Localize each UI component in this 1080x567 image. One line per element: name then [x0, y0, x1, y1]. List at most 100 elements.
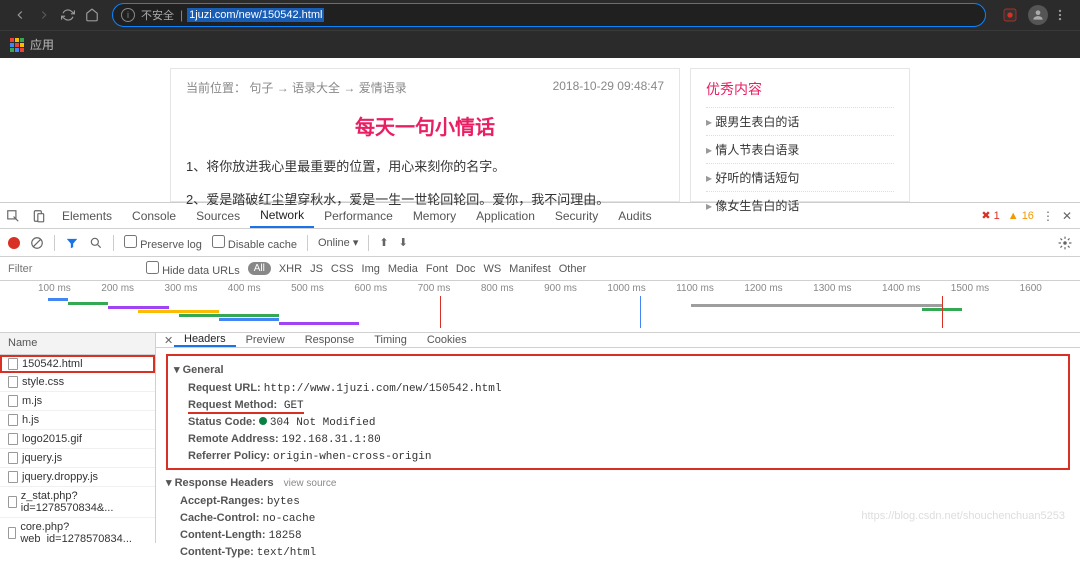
insecure-label: 不安全: [141, 7, 174, 23]
sidebar-item[interactable]: 情人节表白语录: [706, 135, 894, 163]
more-icon[interactable]: ⋮: [1042, 209, 1054, 223]
tab-cookies[interactable]: Cookies: [417, 333, 477, 347]
hide-data-urls[interactable]: Hide data URLs: [146, 261, 240, 277]
tab-timing[interactable]: Timing: [364, 333, 417, 347]
detail-tabs: ✕ Headers Preview Response Timing Cookie…: [156, 333, 1080, 348]
menu-button[interactable]: [1048, 3, 1072, 27]
sidebar-item[interactable]: 好听的情话短句: [706, 163, 894, 191]
address-bar[interactable]: i 不安全 | 1juzi.com/new/150542.html: [112, 3, 986, 27]
close-devtools[interactable]: ✕: [1062, 209, 1072, 223]
network-body: Name 150542.html style.css m.js h.js log…: [0, 333, 1080, 543]
extension-icon[interactable]: [1002, 7, 1018, 23]
request-row[interactable]: jquery.droppy.js: [0, 468, 155, 487]
webpage-content: 当前位置： 句子 → 语录大全 → 爱情语录 2018-10-29 09:48:…: [0, 58, 1080, 202]
tab-response[interactable]: Response: [295, 333, 365, 347]
record-button[interactable]: [8, 237, 20, 249]
filter-ws[interactable]: WS: [483, 263, 501, 275]
crumb-cat[interactable]: 语录大全: [292, 81, 340, 95]
response-headers-title[interactable]: ▾ Response Headersview source: [166, 476, 1070, 489]
filter-xhr[interactable]: XHR: [279, 263, 302, 275]
settings-icon[interactable]: [1058, 236, 1072, 250]
request-row[interactable]: logo2015.gif: [0, 430, 155, 449]
apps-icon[interactable]: [10, 38, 24, 52]
general-section: ▾ General Request URL: http://www.1juzi.…: [166, 354, 1070, 470]
download-icon[interactable]: ⬇: [399, 236, 408, 249]
crumb-home[interactable]: 句子: [249, 81, 273, 95]
tab-headers[interactable]: Headers: [174, 333, 236, 347]
crumb-sub[interactable]: 爱情语录: [359, 81, 407, 95]
filter-css[interactable]: CSS: [331, 263, 354, 275]
file-icon: [8, 496, 17, 508]
close-detail[interactable]: ✕: [160, 334, 174, 347]
devtools-tabs: Elements Console Sources Network Perform…: [0, 203, 1080, 229]
filter-icon[interactable]: [65, 236, 79, 250]
name-header[interactable]: Name: [0, 333, 155, 355]
sidebar-item[interactable]: 像女生告白的话: [706, 191, 894, 219]
tab-preview[interactable]: Preview: [236, 333, 295, 347]
inspect-icon[interactable]: [0, 203, 26, 228]
error-indicator[interactable]: ✖ 1: [981, 209, 999, 222]
filter-row: Hide data URLs All XHR JS CSS Img Media …: [0, 257, 1080, 281]
tab-application[interactable]: Application: [466, 203, 545, 228]
filter-doc[interactable]: Doc: [456, 263, 476, 275]
forward-button[interactable]: [32, 3, 56, 27]
apps-label[interactable]: 应用: [30, 36, 54, 53]
tab-performance[interactable]: Performance: [314, 203, 403, 228]
request-row[interactable]: jquery.js: [0, 449, 155, 468]
filter-js[interactable]: JS: [310, 263, 323, 275]
file-icon: [8, 471, 18, 483]
request-row[interactable]: m.js: [0, 392, 155, 411]
filter-media[interactable]: Media: [388, 263, 418, 275]
request-row[interactable]: z_stat.php?id=1278570834&...: [0, 487, 155, 518]
profile-avatar[interactable]: [1028, 5, 1048, 25]
tab-console[interactable]: Console: [122, 203, 186, 228]
filter-all[interactable]: All: [248, 262, 271, 275]
tab-security[interactable]: Security: [545, 203, 608, 228]
tab-audits[interactable]: Audits: [608, 203, 661, 228]
general-title[interactable]: ▾ General: [174, 363, 1062, 376]
watermark: https://blog.csdn.net/shouchenchuan5253: [861, 510, 1065, 522]
main-column: 当前位置： 句子 → 语录大全 → 爱情语录 2018-10-29 09:48:…: [170, 68, 680, 202]
online-select[interactable]: Online ▾: [318, 236, 358, 249]
filter-other[interactable]: Other: [559, 263, 587, 275]
upload-icon[interactable]: ⬆: [379, 236, 388, 249]
network-toolbar: Preserve log Disable cache Online ▾ ⬆ ⬇: [0, 229, 1080, 257]
file-icon: [8, 414, 18, 426]
file-icon: [8, 452, 18, 464]
tab-sources[interactable]: Sources: [186, 203, 250, 228]
request-list: Name 150542.html style.css m.js h.js log…: [0, 333, 156, 543]
page-title: 每天一句小情话: [186, 111, 664, 140]
disable-cache[interactable]: Disable cache: [212, 235, 297, 251]
url-text: 1juzi.com/new/150542.html: [187, 8, 324, 22]
request-detail: ✕ Headers Preview Response Timing Cookie…: [156, 333, 1080, 543]
reload-button[interactable]: [56, 3, 80, 27]
filter-font[interactable]: Font: [426, 263, 448, 275]
preserve-log[interactable]: Preserve log: [124, 235, 202, 251]
request-row[interactable]: h.js: [0, 411, 155, 430]
file-icon: [8, 527, 16, 539]
sidebar-title: 优秀内容: [706, 79, 894, 99]
home-button[interactable]: [80, 3, 104, 27]
request-row[interactable]: core.php?web_id=1278570834...: [0, 518, 155, 543]
tab-network[interactable]: Network: [250, 203, 314, 228]
tab-elements[interactable]: Elements: [52, 203, 122, 228]
request-row[interactable]: 150542.html: [0, 355, 155, 373]
waterfall-overview[interactable]: 100 ms200 ms300 ms400 ms500 ms600 ms700 …: [0, 281, 1080, 333]
device-icon[interactable]: [26, 203, 52, 228]
clear-button[interactable]: [30, 236, 44, 250]
headers-content: ▾ General Request URL: http://www.1juzi.…: [156, 348, 1080, 567]
file-icon: [8, 395, 18, 407]
info-icon[interactable]: i: [121, 8, 135, 22]
devtools-panel: Elements Console Sources Network Perform…: [0, 202, 1080, 543]
filter-manifest[interactable]: Manifest: [509, 263, 551, 275]
back-button[interactable]: [8, 3, 32, 27]
warning-indicator[interactable]: ▲ 16: [1008, 210, 1034, 222]
filter-img[interactable]: Img: [362, 263, 380, 275]
filter-input[interactable]: [8, 263, 138, 275]
bookmarks-bar: 应用: [0, 30, 1080, 58]
breadcrumb: 当前位置： 句子 → 语录大全 → 爱情语录 2018-10-29 09:48:…: [186, 79, 664, 96]
request-row[interactable]: style.css: [0, 373, 155, 392]
search-icon[interactable]: [89, 236, 103, 250]
sidebar-item[interactable]: 跟男生表白的话: [706, 107, 894, 135]
tab-memory[interactable]: Memory: [403, 203, 466, 228]
